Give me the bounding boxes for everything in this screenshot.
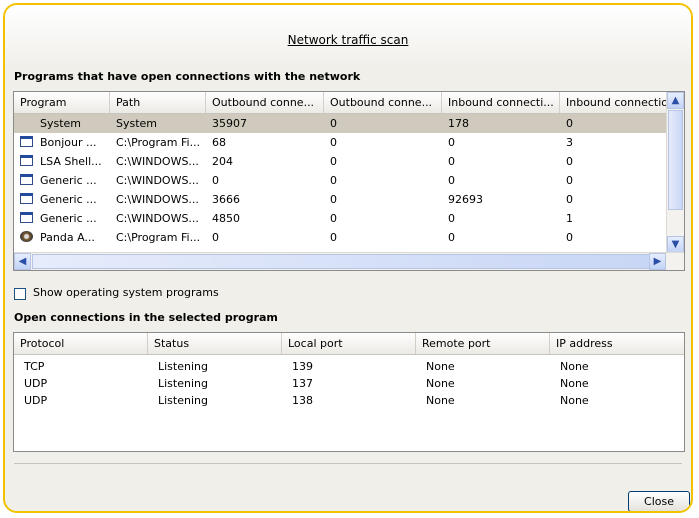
title-bar: Network traffic scan <box>5 5 691 65</box>
connection-cell-ip: None <box>560 394 589 407</box>
program-cell-c3: 0 <box>448 136 455 149</box>
column-header-remote-port[interactable]: Remote port <box>416 333 550 354</box>
scroll-up-button[interactable]: ▲ <box>667 92 684 109</box>
program-cell-c2: 0 <box>330 174 337 187</box>
program-cell-path: System <box>116 117 158 130</box>
program-cell-c4: 0 <box>566 117 573 130</box>
scroll-down-button[interactable]: ▼ <box>667 236 684 253</box>
program-cell-program: System <box>40 117 82 130</box>
program-cell-c3: 0 <box>448 155 455 168</box>
program-row[interactable]: Panda A... C:\Program Fi... 0 0 0 0 <box>14 228 666 247</box>
show-os-programs-checkbox[interactable] <box>14 288 26 300</box>
column-header-local-port[interactable]: Local port <box>282 333 416 354</box>
program-cell-path: C:\WINDOWS... <box>116 193 199 206</box>
program-cell-program: Generic ... <box>40 193 97 206</box>
scroll-right-button[interactable]: ▶ <box>649 253 666 270</box>
connection-row[interactable]: UDP Listening 138 None None <box>14 391 684 410</box>
program-cell-c3: 92693 <box>448 193 483 206</box>
window-title: Network traffic scan <box>287 33 409 47</box>
window-icon <box>20 155 33 166</box>
program-cell-path: C:\Program Fi... <box>116 231 201 244</box>
column-header-program[interactable]: Program <box>14 92 110 113</box>
program-cell-c4: 0 <box>566 193 573 206</box>
column-header-path[interactable]: Path <box>110 92 206 113</box>
connection-cell-status: Listening <box>158 394 208 407</box>
gear-icon <box>20 231 33 242</box>
program-cell-c2: 0 <box>330 155 337 168</box>
connections-table-header: Protocol Status Local port Remote port I… <box>14 333 684 355</box>
programs-table-header: Program Path Outbound conne... Outbound … <box>14 92 684 114</box>
column-header-inbound-1[interactable]: Inbound connecti... <box>442 92 560 113</box>
program-cell-c1: 0 <box>212 174 219 187</box>
programs-table[interactable]: Program Path Outbound conne... Outbound … <box>13 91 685 271</box>
program-cell-c1: 35907 <box>212 117 247 130</box>
connection-cell-protocol: UDP <box>24 394 48 407</box>
program-row[interactable]: LSA Shell... C:\WINDOWS... 204 0 0 0 <box>14 152 666 171</box>
connections-table[interactable]: Protocol Status Local port Remote port I… <box>13 332 685 452</box>
program-cell-program: Panda A... <box>40 231 95 244</box>
program-cell-c1: 204 <box>212 155 233 168</box>
program-cell-c3: 0 <box>448 231 455 244</box>
program-row[interactable]: Bonjour ... C:\Program Fi... 68 0 0 3 <box>14 133 666 152</box>
scroll-left-button[interactable]: ◀ <box>14 253 31 270</box>
program-cell-c4: 0 <box>566 231 573 244</box>
horizontal-scroll-thumb[interactable] <box>32 254 654 269</box>
program-cell-c1: 3666 <box>212 193 240 206</box>
program-cell-c3: 178 <box>448 117 469 130</box>
dialog-window: Network traffic scan Programs that have … <box>3 3 693 513</box>
column-header-inbound-2[interactable]: Inbound connectio.. <box>560 92 669 113</box>
footer-divider <box>14 463 682 464</box>
program-cell-program: Generic ... <box>40 212 97 225</box>
vertical-scrollbar[interactable]: ▲ ▼ <box>666 92 684 253</box>
program-cell-path: C:\WINDOWS... <box>116 174 199 187</box>
program-cell-c1: 68 <box>212 136 226 149</box>
program-row[interactable]: Generic ... C:\WINDOWS... 0 0 0 0 <box>14 171 666 190</box>
program-cell-c1: 4850 <box>212 212 240 225</box>
close-button[interactable]: Close <box>628 491 690 511</box>
program-cell-program: Bonjour ... <box>40 136 97 149</box>
program-cell-c4: 1 <box>566 212 573 225</box>
program-cell-c2: 0 <box>330 212 337 225</box>
window-icon <box>20 193 33 204</box>
column-header-status[interactable]: Status <box>148 333 282 354</box>
program-cell-c2: 0 <box>330 193 337 206</box>
program-cell-c2: 0 <box>330 117 337 130</box>
connections-section-label: Open connections in the selected program <box>14 311 278 324</box>
column-header-outbound-2[interactable]: Outbound conne... <box>324 92 442 113</box>
program-row[interactable]: System System 35907 0 178 0 <box>14 114 666 133</box>
program-cell-program: LSA Shell... <box>40 155 102 168</box>
show-os-programs-label[interactable]: Show operating system programs <box>33 286 219 299</box>
column-header-outbound-1[interactable]: Outbound conne... <box>206 92 324 113</box>
vertical-scroll-thumb[interactable] <box>668 110 683 210</box>
program-cell-c4: 0 <box>566 155 573 168</box>
program-cell-c3: 0 <box>448 174 455 187</box>
program-cell-path: C:\WINDOWS... <box>116 212 199 225</box>
connection-cell-local: 138 <box>292 394 313 407</box>
window-icon <box>20 212 33 223</box>
connection-cell-remote: None <box>426 394 455 407</box>
program-cell-c2: 0 <box>330 231 337 244</box>
program-cell-c3: 0 <box>448 212 455 225</box>
program-cell-c4: 0 <box>566 174 573 187</box>
program-cell-c2: 0 <box>330 136 337 149</box>
column-header-protocol[interactable]: Protocol <box>14 333 148 354</box>
program-cell-program: Generic ... <box>40 174 97 187</box>
programs-section-label: Programs that have open connections with… <box>14 70 361 83</box>
window-icon <box>20 136 33 147</box>
column-header-ip-address[interactable]: IP address <box>550 333 684 354</box>
horizontal-scrollbar[interactable]: ◀ ▶ <box>14 252 684 270</box>
program-row[interactable]: Generic ... C:\WINDOWS... 4850 0 0 1 <box>14 209 666 228</box>
program-cell-path: C:\WINDOWS... <box>116 155 199 168</box>
program-cell-path: C:\Program Fi... <box>116 136 201 149</box>
window-icon <box>20 174 33 185</box>
program-row[interactable]: Generic ... C:\WINDOWS... 3666 0 92693 0 <box>14 190 666 209</box>
program-cell-c4: 3 <box>566 136 573 149</box>
program-cell-c1: 0 <box>212 231 219 244</box>
